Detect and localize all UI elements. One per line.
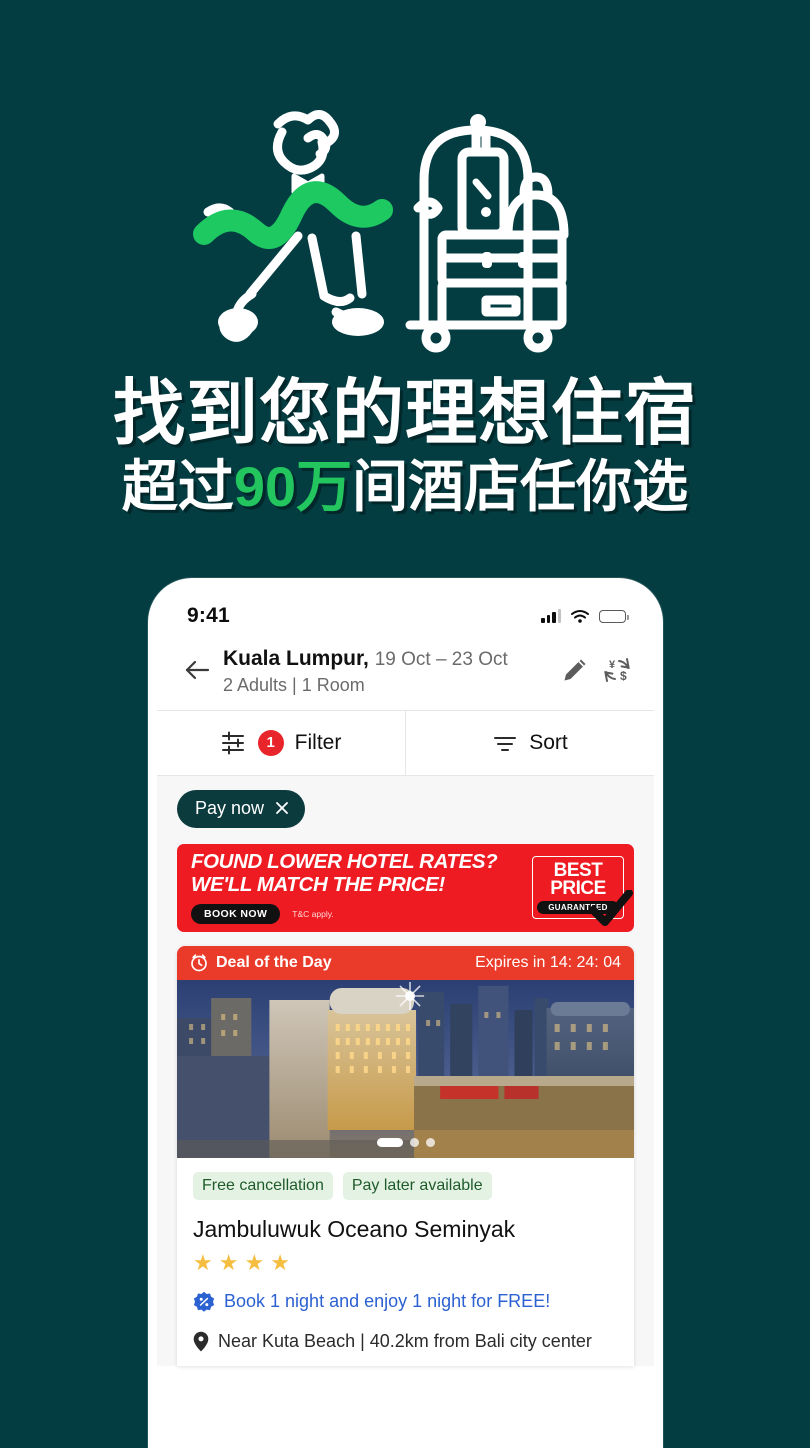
- sort-label: Sort: [529, 730, 568, 754]
- filter-count-badge: 1: [257, 729, 284, 756]
- promo-line-2: WE'LL MATCH THE PRICE!: [191, 873, 445, 897]
- hotel-name[interactable]: Jambuluwuk Oceano Seminyak: [193, 1216, 618, 1243]
- star-icon: ★: [218, 1249, 239, 1275]
- search-dates: 19 Oct – 23 Oct: [374, 649, 508, 670]
- best-price-seal: BEST PRICE GUARANTEED: [532, 855, 633, 927]
- city-skyline-at-dusk-photo: [177, 979, 634, 1158]
- headline-highlight: 90万: [233, 455, 353, 519]
- hotel-photo[interactable]: [177, 979, 634, 1158]
- cellular-signal-icon: [541, 609, 561, 623]
- filter-label: Filter: [294, 730, 342, 754]
- headline-line-1: 找到您的理想住宿: [112, 374, 697, 454]
- carousel-dot[interactable]: [425, 1137, 435, 1147]
- sort-lines-icon: [494, 736, 517, 751]
- tag-free-cancellation: Free cancellation: [193, 1171, 333, 1200]
- status-bar: 9:41: [157, 587, 654, 639]
- deal-label-group: Deal of the Day: [190, 953, 332, 972]
- discount-badge-icon: [193, 1291, 215, 1312]
- tag-pay-later: Pay later available: [342, 1171, 492, 1200]
- map-pin-icon: [193, 1331, 209, 1352]
- hotel-card-wrap: Deal of the Day Expires in 14: 24: 04 Fr…: [157, 945, 654, 1366]
- checkmark-icon: [589, 890, 633, 927]
- hotel-offer-text: Book 1 night and enjoy 1 night for FREE!: [224, 1291, 551, 1312]
- pencil-edit-icon[interactable]: [562, 657, 588, 683]
- phone-screen: 9:41 Kuala Lumpur, 19 Oct – 23 Oct 2 Adu…: [157, 587, 654, 1448]
- bellhop-with-luggage-cart-icon: [193, 109, 569, 352]
- hotel-offer-row: Book 1 night and enjoy 1 night for FREE!: [193, 1291, 618, 1313]
- currency-exchange-icon[interactable]: ¥ $: [602, 656, 632, 684]
- back-button[interactable]: [175, 659, 219, 681]
- hotel-card[interactable]: Deal of the Day Expires in 14: 24: 04 Fr…: [177, 945, 634, 1366]
- status-time: 9:41: [187, 604, 230, 627]
- hotel-location-text: Near Kuta Beach | 40.2km from Bali city …: [218, 1330, 592, 1351]
- hotel-card-body: Free cancellation Pay later available Ja…: [177, 1158, 634, 1366]
- hero-illustration: [0, 52, 810, 367]
- star-icon: ★: [244, 1249, 265, 1275]
- applied-filters-row: Pay now: [157, 775, 654, 844]
- best-price-promo-banner[interactable]: FOUND LOWER HOTEL RATES? WE'LL MATCH THE…: [177, 843, 634, 932]
- deal-of-the-day-bar: Deal of the Day Expires in 14: 24: 04: [177, 945, 634, 980]
- search-destination-line: Kuala Lumpur, 19 Oct – 23 Oct: [223, 645, 562, 673]
- sliders-filter-icon: [221, 731, 244, 755]
- photo-carousel-indicator[interactable]: [376, 1137, 435, 1147]
- deal-label: Deal of the Day: [216, 953, 332, 971]
- svg-text:$: $: [620, 669, 627, 683]
- chip-pay-now-label: Pay now: [195, 797, 265, 818]
- star-icon: ★: [270, 1249, 290, 1275]
- headline-suffix: 间酒店任你选: [352, 455, 689, 519]
- promo-line-1: FOUND LOWER HOTEL RATES?: [191, 850, 498, 874]
- promo-banner-wrap: FOUND LOWER HOTEL RATES? WE'LL MATCH THE…: [157, 843, 654, 946]
- svg-text:¥: ¥: [609, 659, 616, 671]
- search-header: Kuala Lumpur, 19 Oct – 23 Oct 2 Adults |…: [157, 639, 654, 710]
- status-icons: [541, 609, 629, 624]
- back-arrow-icon: [185, 661, 210, 680]
- phone-mockup: 9:41 Kuala Lumpur, 19 Oct – 23 Oct 2 Adu…: [148, 578, 663, 1448]
- star-icon: ★: [193, 1249, 213, 1275]
- search-summary[interactable]: Kuala Lumpur, 19 Oct – 23 Oct 2 Adults |…: [219, 645, 562, 696]
- headline-line-2: 超过90万间酒店任你选: [0, 457, 810, 517]
- hero-headline: 找到您的理想住宿 超过90万间酒店任你选: [0, 374, 810, 518]
- sort-button[interactable]: Sort: [406, 711, 654, 775]
- wifi-icon: [571, 609, 589, 623]
- alarm-clock-icon: [191, 954, 207, 972]
- search-occupancy: 2 Adults | 1 Room: [223, 674, 365, 695]
- carousel-dot[interactable]: [409, 1137, 419, 1147]
- chip-pay-now[interactable]: Pay now: [177, 789, 306, 828]
- battery-full-icon: [599, 609, 629, 623]
- hotel-tags: Free cancellation Pay later available: [193, 1171, 618, 1200]
- promo-actions: BOOK NOW T&C apply.: [191, 904, 532, 925]
- carousel-dot-active[interactable]: [376, 1137, 403, 1147]
- promo-text-block: FOUND LOWER HOTEL RATES? WE'LL MATCH THE…: [191, 850, 532, 925]
- close-x-icon[interactable]: [275, 801, 289, 815]
- filter-button[interactable]: 1 Filter: [157, 710, 406, 775]
- header-actions: ¥ $: [562, 656, 636, 684]
- search-destination: Kuala Lumpur,: [223, 647, 369, 670]
- headline-prefix: 超过: [121, 455, 234, 519]
- filter-sort-bar: 1 Filter Sort: [157, 709, 654, 776]
- deal-expiry-timer: Expires in 14: 24: 04: [475, 953, 621, 971]
- promo-terms: T&C apply.: [292, 909, 334, 920]
- book-now-button[interactable]: BOOK NOW: [191, 904, 281, 925]
- hotel-star-rating: ★ ★ ★ ★: [193, 1249, 618, 1275]
- hotel-location-row: Near Kuta Beach | 40.2km from Bali city …: [193, 1331, 618, 1366]
